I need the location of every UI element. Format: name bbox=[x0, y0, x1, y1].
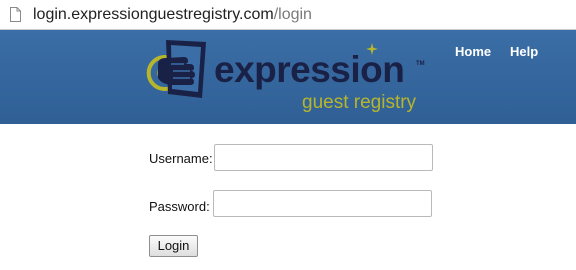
expression-logo[interactable]: expression TM guest registry bbox=[144, 38, 434, 116]
nav-home-link[interactable]: Home bbox=[455, 44, 491, 59]
password-input[interactable] bbox=[213, 190, 432, 217]
logo-wordmark: expression bbox=[214, 49, 405, 90]
password-label: Password: bbox=[149, 199, 210, 214]
nav-help-link[interactable]: Help bbox=[510, 44, 538, 59]
browser-address-bar[interactable]: login.expressionguestregistry.com/login bbox=[0, 0, 576, 30]
url-text[interactable]: login.expressionguestregistry.com/login bbox=[33, 5, 312, 25]
username-input[interactable] bbox=[214, 144, 433, 171]
login-button[interactable]: Login bbox=[149, 235, 198, 257]
hand-card-logo-icon bbox=[146, 40, 206, 98]
url-host: login.expressionguestregistry.com bbox=[33, 6, 274, 23]
logo-tagline: guest registry bbox=[302, 92, 417, 113]
document-icon bbox=[10, 7, 21, 22]
url-path: /login bbox=[273, 6, 312, 23]
site-header: expression TM guest registry Home Help bbox=[0, 30, 576, 124]
sparkle-icon bbox=[366, 43, 378, 55]
logo-trademark: TM bbox=[416, 61, 425, 67]
username-label: Username: bbox=[149, 151, 213, 166]
